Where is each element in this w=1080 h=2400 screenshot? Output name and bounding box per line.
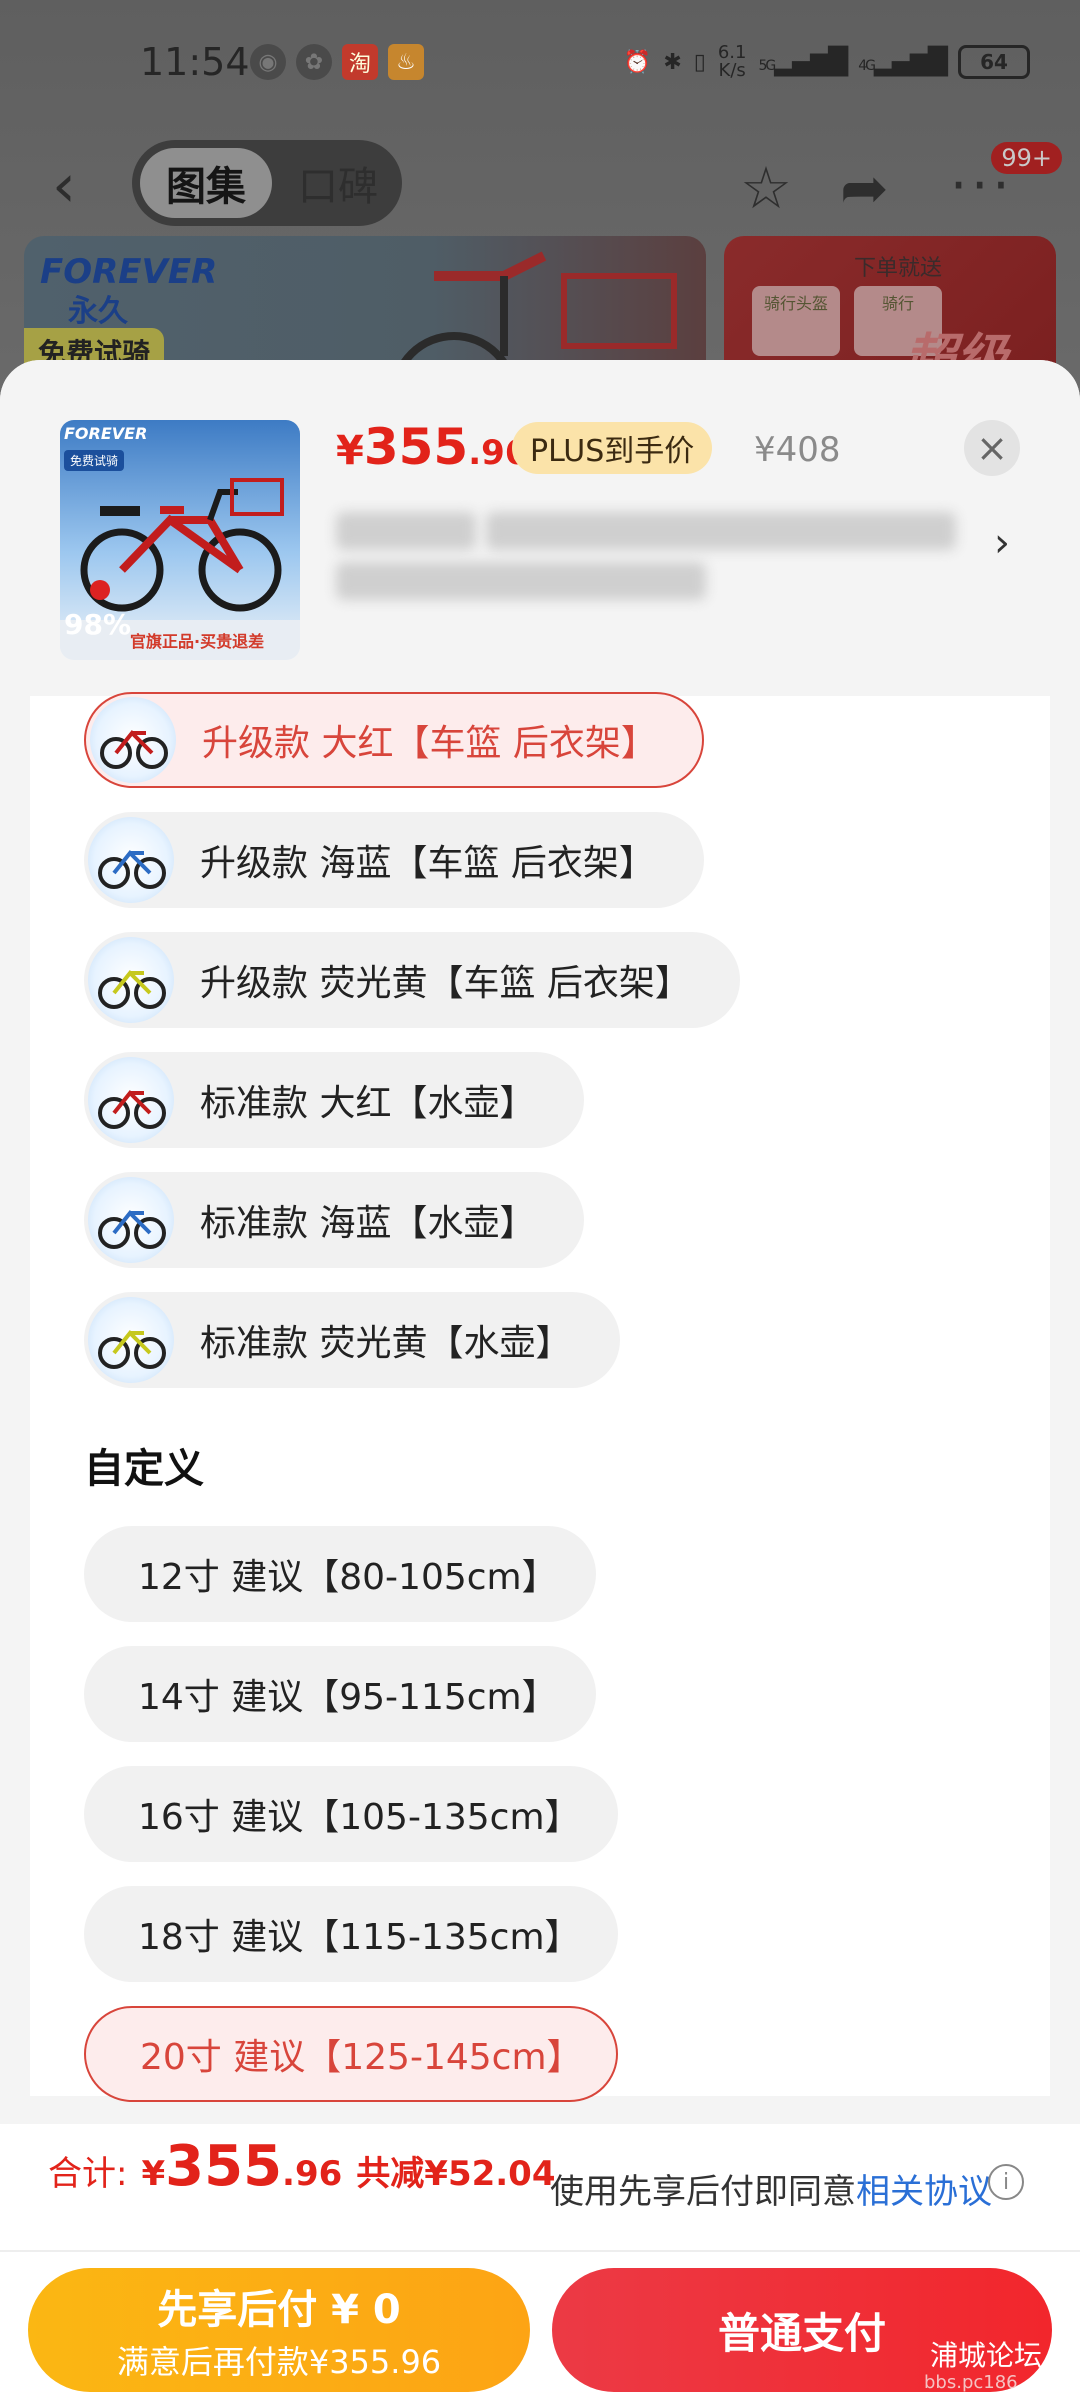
nav-bar: ‹ 图集 口碑 ☆ ➦ ··· 99+ [0, 130, 1080, 240]
option-item[interactable]: 标准款 荧光黄【水壶】 [84, 1292, 620, 1388]
option-bike-thumb [88, 1057, 174, 1143]
option-label: 升级款 海蓝【车篮 后衣架】 [200, 843, 655, 884]
total-symbol: ¥ [141, 2154, 166, 2194]
option-bike-thumb [88, 1297, 174, 1383]
watermark: 浦城论坛 [930, 2339, 1043, 2372]
sku-options-panel: 升级款 大红【车篮 后衣架】 升级款 海蓝【车篮 后衣架】 升级款 荧光黄【车篮… [30, 692, 1050, 2102]
tab-gallery[interactable]: 图集 [140, 148, 272, 218]
option-bike-thumb [88, 1177, 174, 1263]
alarm-icon: ⏰ [623, 49, 652, 75]
signal-5g-icon: 5G▂▄▆█ [758, 47, 849, 77]
pay-later-label: 先享后付 ¥ 0 [157, 2287, 401, 2333]
thumb-trial-tag: 免费试骑 [64, 450, 125, 471]
back-icon[interactable]: ‹ [52, 156, 102, 216]
checkout-footer: 合计: ¥ 355 .96 共减¥52.04 使用先享后付即同意相关协议 i 先… [0, 2124, 1080, 2400]
battery-icon: 64 [958, 45, 1030, 79]
brand-sub: 永久 [68, 294, 128, 329]
total-decimal: .96 [282, 2154, 343, 2194]
agreement-label: 使用先享后付即同意 [550, 2172, 856, 2212]
total-integer: 355 [165, 2134, 283, 2199]
size-option[interactable]: 20寸 建议【125-145cm】 [84, 2006, 618, 2102]
status-bar: 11:54 ◉ ✿ 淘 ♨ ⏰ ✱ ▯ 6.1 K/s 5G▂▄▆█ 4G▂▄▆… [0, 0, 1080, 130]
thumb-footer-text: 官旗正品·买贵退差 [130, 632, 265, 651]
thumb-brand-logo: FOREVER [64, 424, 148, 443]
option-item[interactable]: 升级款 海蓝【车篮 后衣架】 [84, 812, 704, 908]
size-option[interactable]: 14寸 建议【95-115cm】 [84, 1646, 596, 1742]
total-label: 合计: [48, 2154, 128, 2194]
option-item[interactable]: 升级款 大红【车篮 后衣架】 [84, 692, 704, 788]
signal-4g-icon: 4G▂▄▆█ [858, 47, 948, 77]
price-integer: 355 [363, 418, 469, 476]
divider [0, 2250, 1080, 2252]
option-item[interactable]: 标准款 海蓝【水壶】 [84, 1172, 584, 1268]
blurred-text [486, 512, 956, 550]
option-item[interactable]: 标准款 大红【水壶】 [84, 1052, 584, 1148]
option-label: 升级款 大红【车篮 后衣架】 [202, 723, 657, 764]
agreement-text: 使用先享后付即同意相关协议 [550, 2164, 992, 2213]
sku-sheet: FOREVER 免费试骑 官旗正品·买贵退差 98% ¥ 355 .96 PLU… [0, 360, 1080, 2400]
tab-reviews[interactable]: 口碑 [282, 148, 394, 218]
close-icon[interactable]: × [964, 420, 1020, 476]
agreement-link[interactable]: 相关协议 [856, 2172, 992, 2212]
product-thumbnail[interactable]: FOREVER 免费试骑 官旗正品·买贵退差 98% [60, 420, 300, 660]
option-label: 标准款 大红【水壶】 [200, 1083, 536, 1124]
status-app-icons: ◉ ✿ 淘 ♨ [250, 44, 424, 80]
chevron-right-icon[interactable]: › [994, 520, 1010, 566]
custom-section-title: 自定义 [84, 1446, 204, 1492]
option-label: 升级款 荧光黄【车篮 后衣架】 [200, 963, 691, 1004]
blurred-text [336, 512, 476, 550]
plus-price-tag: PLUS到手价 [512, 422, 713, 474]
pay-later-sublabel: 满意后再付款¥355.96 [116, 2343, 442, 2381]
status-time: 11:54 [140, 40, 250, 84]
pay-later-button[interactable]: 先享后付 ¥ 0 满意后再付款¥355.96 [28, 2268, 530, 2392]
share-icon[interactable]: ➦ [840, 154, 889, 222]
favorite-star-icon[interactable]: ☆ [740, 154, 792, 222]
size-option[interactable]: 12寸 建议【80-105cm】 [84, 1526, 596, 1622]
segment-tabs: 图集 口碑 [132, 140, 402, 226]
notification-app-icon: ♨ [388, 44, 424, 80]
watermark-url: bbs.pc186 [924, 2372, 1018, 2393]
blurred-text [336, 562, 706, 600]
option-bike-thumb [88, 937, 174, 1023]
total-price: 合计: ¥ 355 .96 共减¥52.04 [48, 2134, 555, 2234]
app-icon: ✿ [296, 44, 332, 80]
gift-banner-title: 下单就送 [854, 256, 943, 281]
option-item[interactable]: 升级款 荧光黄【车篮 后衣架】 [84, 932, 740, 1028]
total-discount: 共减¥52.04 [356, 2154, 556, 2194]
size-option[interactable]: 16寸 建议【105-135cm】 [84, 1766, 618, 1862]
option-bike-thumb [88, 817, 174, 903]
option-label: 标准款 荧光黄【水壶】 [200, 1323, 572, 1364]
price: ¥ 355 .96 [336, 418, 528, 488]
bluetooth-icon: ✱ [663, 49, 682, 75]
vibrate-icon: ▯ [693, 49, 706, 75]
brand-logo: FOREVER [40, 252, 218, 292]
taobao-icon: 淘 [342, 44, 378, 80]
option-label: 标准款 海蓝【水壶】 [200, 1203, 536, 1244]
option-bike-thumb [90, 697, 176, 783]
thumb-rating: 98% [64, 608, 132, 641]
sheet-header: FOREVER 免费试骑 官旗正品·买贵退差 98% ¥ 355 .96 PLU… [0, 360, 1080, 700]
status-indicators: ⏰ ✱ ▯ 6.1 K/s 5G▂▄▆█ 4G▂▄▆█ 64 [624, 44, 1030, 80]
wechat-icon: ◉ [250, 44, 286, 80]
message-badge: 99+ [991, 142, 1062, 174]
blurred-product-title[interactable] [336, 512, 976, 652]
size-option[interactable]: 18寸 建议【115-135cm】 [84, 1886, 618, 1982]
original-price: ¥408 [754, 430, 841, 470]
network-speed: 6.1 K/s [717, 42, 747, 81]
info-icon[interactable]: i [988, 2164, 1024, 2200]
price-symbol: ¥ [336, 428, 364, 474]
gift-helmet: 骑行头盔 [752, 286, 840, 356]
